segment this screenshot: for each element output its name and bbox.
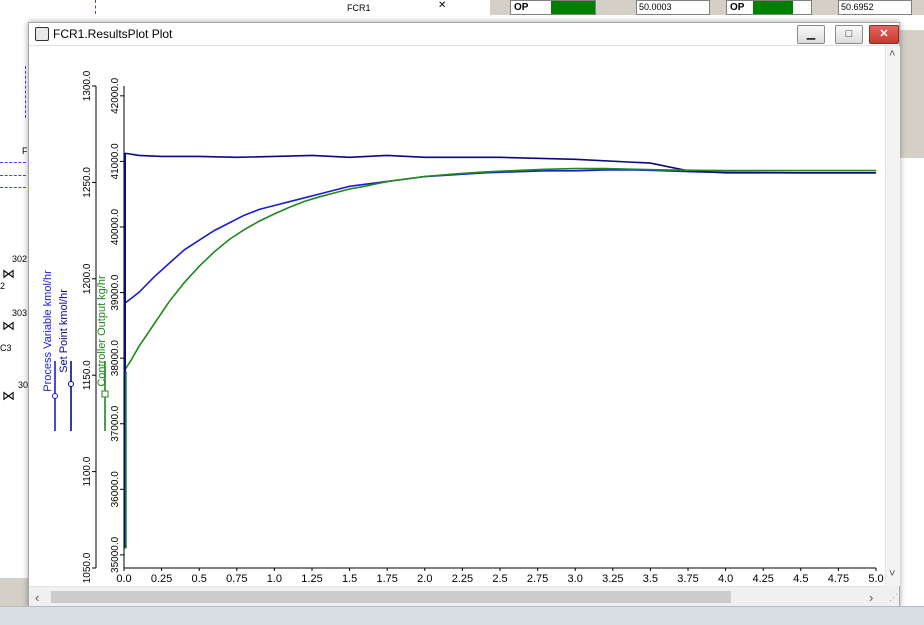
x-tick-label: 2.75 <box>527 573 548 585</box>
flowsheet-line <box>0 187 26 188</box>
fcr-tag-label: FCR1 <box>347 3 371 13</box>
right-tick-label: 38000.0 <box>110 340 121 377</box>
flowsheet-label: F <box>22 146 28 156</box>
left-tick-label: 1300.0 <box>82 70 93 101</box>
x-tick-label: 1.25 <box>301 573 322 585</box>
right-tick-label: 35000.0 <box>110 536 121 573</box>
title-bar[interactable]: FCR1.ResultsPlot Plot ▁ □ ✕ <box>29 23 899 46</box>
op-panel-2: OP <box>726 0 812 15</box>
x-tick-label: 4.5 <box>793 573 808 585</box>
valve-icon: ⋈ <box>2 318 15 333</box>
valve-303-label: 303 <box>12 308 28 318</box>
window-icon <box>35 27 49 41</box>
right-tick-label: 37000.0 <box>110 405 121 442</box>
right-tick-label: 36000.0 <box>110 471 121 508</box>
x-tick-label: 2.5 <box>492 573 507 585</box>
legend-controller-output-marker <box>101 390 109 398</box>
right-tick-label: 40000.0 <box>110 208 121 245</box>
minimize-icon: ▁ <box>806 28 816 40</box>
op-value-2: 50.6952 <box>838 0 912 15</box>
left-tick-label: 1250.0 <box>82 167 93 198</box>
left-tick-label: 1050.0 <box>82 552 93 583</box>
op-bar <box>753 1 793 14</box>
maximize-icon: □ <box>845 28 853 40</box>
flowsheet-side-panel <box>898 30 924 158</box>
op-bar <box>551 1 595 14</box>
x-tick-label: 1.0 <box>267 573 282 585</box>
op-label: OP <box>730 2 745 13</box>
plot-area: 1050.0 1100.0 1150.0 1200.0 1250.0 1300.0 3500… <box>29 46 885 597</box>
right-tick-label: 42000.0 <box>110 77 121 114</box>
x-tick-label: 0.0 <box>116 573 131 585</box>
valve-icon: ✕ <box>438 0 447 11</box>
flowsheet-label: 30 <box>18 380 29 390</box>
legend-process-variable-label: Process Variable kmol/hr <box>42 270 54 392</box>
legend-set-point-marker <box>68 381 74 387</box>
legend-controller-output-label: Controller Output kg/hr <box>96 275 108 387</box>
resize-grip-icon[interactable]: ⋰ <box>885 586 899 606</box>
plot-window[interactable]: FCR1.ResultsPlot Plot ▁ □ ✕ 1050.0 1100.0… <box>28 22 900 608</box>
flowsheet-line <box>95 0 96 14</box>
left-tick-label: 1200.0 <box>82 263 93 294</box>
op-panel-1: OP <box>510 0 596 15</box>
flowsheet-line <box>0 175 26 176</box>
scroll-right-icon[interactable]: › <box>869 590 873 605</box>
legend-set-point-label: Set Point kmol/hr <box>58 289 70 373</box>
valve-302-label: 302 <box>12 254 28 264</box>
x-tick-label: 3.0 <box>568 573 583 585</box>
valve-icon: ⋈ <box>2 388 15 403</box>
x-tick-label: 4.0 <box>718 573 733 585</box>
x-tick-label: 1.75 <box>376 573 397 585</box>
x-tick-label: 3.5 <box>643 573 658 585</box>
scroll-up-icon[interactable]: ˄ <box>889 48 895 60</box>
left-tick-label: 1100.0 <box>82 456 93 486</box>
op-label: OP <box>514 2 529 13</box>
left-tick-label: 1150.0 <box>82 360 93 390</box>
right-tick-label: 39000.0 <box>110 274 121 311</box>
x-tick-label: 0.75 <box>226 573 247 585</box>
legend-process-variable-marker <box>52 393 58 399</box>
x-tick-label: 0.25 <box>151 573 172 585</box>
x-tick-label: 3.75 <box>677 573 698 585</box>
flowsheet-panel <box>0 578 28 606</box>
status-bar <box>0 606 924 625</box>
x-tick-label: 2.0 <box>417 573 432 585</box>
vertical-scrollbar[interactable]: ˄ ˅ <box>885 46 900 586</box>
flowsheet-line <box>25 66 26 118</box>
scroll-down-icon[interactable]: ˅ <box>889 568 895 580</box>
x-tick-label: 0.5 <box>192 573 207 585</box>
results-chart: 1050.0 1100.0 1150.0 1200.0 1250.0 1300.0 3500… <box>42 70 884 597</box>
right-tick-label: 41000.0 <box>110 143 121 180</box>
x-tick-label: 5.0 <box>868 573 883 585</box>
x-tick-label: 3.25 <box>602 573 623 585</box>
x-tick-label: 1.5 <box>342 573 357 585</box>
scroll-left-icon[interactable]: ‹ <box>35 590 39 605</box>
flowsheet-label: C3 <box>0 343 12 353</box>
x-tick-label: 2.25 <box>452 573 473 585</box>
controller-output-line <box>123 167 876 372</box>
horizontal-scrollbar[interactable]: ‹ › <box>29 586 885 607</box>
horizontal-scroll-thumb[interactable] <box>51 591 731 603</box>
close-icon: ✕ <box>879 28 889 40</box>
x-tick-label: 4.75 <box>828 573 849 585</box>
flowsheet-label: 2 <box>0 281 6 291</box>
process-variable-line <box>123 169 876 305</box>
minimize-button[interactable]: ▁ <box>797 25 825 44</box>
flowsheet-line <box>0 162 26 163</box>
valve-icon: ⋈ <box>2 266 15 281</box>
close-button[interactable]: ✕ <box>869 25 899 44</box>
x-tick-label: 4.25 <box>752 573 773 585</box>
maximize-button[interactable]: □ <box>835 25 863 44</box>
window-title: FCR1.ResultsPlot Plot <box>53 27 173 41</box>
op-value-1: 50.0003 <box>636 0 710 15</box>
